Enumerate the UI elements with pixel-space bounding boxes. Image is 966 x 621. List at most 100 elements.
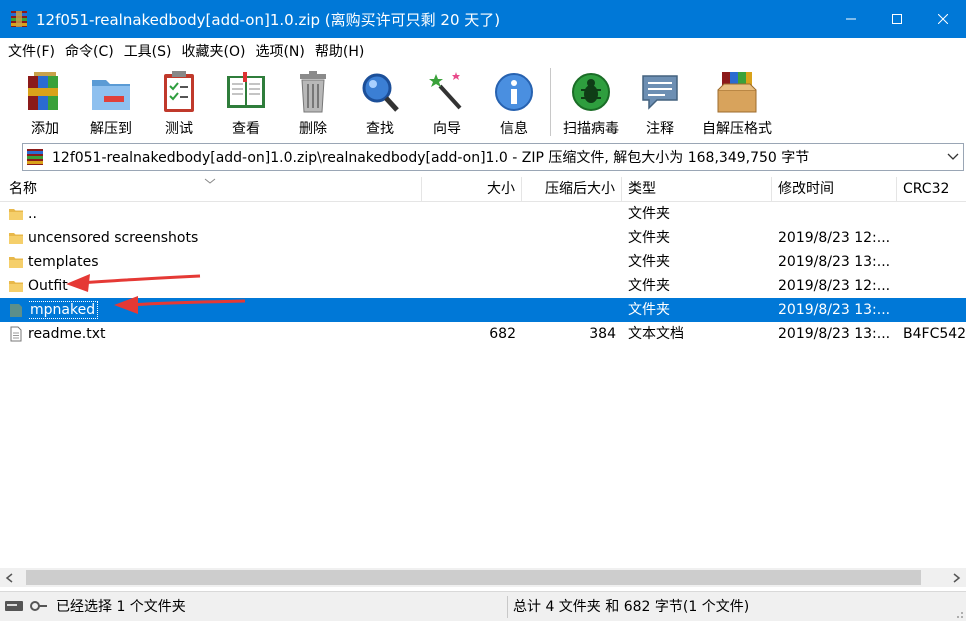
file-modified: 2019/8/23 13:... (778, 326, 891, 342)
menu-bar: 文件(F) 命令(C) 工具(S) 收藏夹(O) 选项(N) 帮助(H) (0, 38, 966, 64)
file-crc: B4FC542 (903, 326, 966, 342)
selection-status: 已经选择 1 个文件夹 (56, 599, 186, 615)
file-size (422, 202, 516, 226)
comment-icon (642, 75, 678, 110)
file-row[interactable]: Outfit 文件夹 2019/8/23 12:... (0, 274, 966, 298)
file-name: templates (28, 254, 99, 270)
find-label: 查找 (366, 121, 394, 137)
scroll-left-icon[interactable] (4, 572, 16, 584)
minimize-icon (846, 18, 856, 20)
wizard-button[interactable]: 向导 (414, 68, 480, 138)
folder-icon (9, 257, 23, 268)
file-row[interactable]: templates 文件夹 2019/8/23 13:... (0, 250, 966, 274)
sfx-label: 自解压格式 (702, 121, 772, 137)
file-row[interactable]: uncensored screenshots 文件夹 2019/8/23 12:..… (0, 226, 966, 250)
horizontal-scrollbar[interactable] (0, 568, 966, 587)
test-clipboard-icon (164, 71, 194, 112)
test-label: 测试 (165, 121, 193, 137)
file-packed-size (522, 298, 616, 322)
maximize-button[interactable] (874, 0, 920, 38)
test-button[interactable]: 测试 (146, 68, 212, 138)
view-button[interactable]: 查看 (213, 68, 279, 138)
total-status: 总计 4 文件夹 和 682 字节(1 个文件) (513, 599, 750, 615)
wizard-label: 向导 (433, 121, 461, 137)
file-type: 文件夹 (628, 254, 670, 270)
text-file-icon (10, 326, 22, 342)
scroll-right-icon[interactable] (950, 572, 962, 584)
file-size (422, 226, 516, 250)
winrar-app-icon[interactable] (10, 10, 28, 28)
status-divider (507, 596, 508, 618)
menu-file[interactable]: 文件(F) (3, 41, 60, 61)
sfx-button[interactable]: 自解压格式 (702, 68, 772, 138)
extract-to-label: 解压到 (90, 121, 132, 137)
file-list: .. 文件夹 uncensored screenshots 文件夹 2019/8/23 … (0, 202, 966, 568)
file-modified: 2019/8/23 13:... (778, 254, 891, 270)
info-icon (495, 73, 533, 111)
file-modified: 2019/8/23 13:... (778, 302, 891, 318)
find-button[interactable]: 查找 (347, 68, 413, 138)
menu-help[interactable]: 帮助(H) (310, 41, 369, 61)
magic-wand-icon (429, 72, 462, 110)
file-size (422, 298, 516, 322)
virus-scan-label: 扫描病毒 (563, 121, 619, 137)
column-name[interactable]: 名称 (3, 177, 422, 202)
minimize-button[interactable] (828, 0, 874, 38)
close-icon (938, 14, 948, 24)
file-type: 文件夹 (628, 278, 670, 294)
column-crc32[interactable]: CRC32 (897, 177, 966, 202)
file-name: mpnaked (28, 301, 99, 319)
column-size[interactable]: 大小 (422, 177, 522, 202)
file-size (422, 250, 516, 274)
column-modified[interactable]: 修改时间 (772, 177, 897, 202)
extract-to-button[interactable]: 解压到 (78, 68, 144, 138)
view-label: 查看 (232, 121, 260, 137)
resize-grip-icon[interactable] (952, 607, 964, 619)
folder-icon (9, 233, 23, 244)
file-row[interactable]: readme.txt 682 384 文本文档 2019/8/23 13:... B4FC… (0, 322, 966, 346)
folder-icon (9, 209, 23, 220)
column-type[interactable]: 类型 (622, 177, 772, 202)
file-packed-size (522, 202, 616, 226)
delete-button[interactable]: 删除 (280, 68, 346, 138)
file-crc (903, 226, 966, 250)
window-title: 12f051-realnakedbody[add-on]1.0.zip (离购买… (36, 10, 501, 29)
sfx-box-icon (717, 72, 757, 113)
delete-label: 删除 (299, 121, 327, 137)
toolbar-separator (550, 68, 551, 136)
file-packed-size (522, 226, 616, 250)
menu-commands[interactable]: 命令(C) (60, 41, 119, 61)
comment-button[interactable]: 注释 (627, 68, 693, 138)
file-packed-size (522, 274, 616, 298)
view-book-icon (227, 72, 265, 108)
file-modified: 2019/8/23 12:... (778, 278, 891, 294)
archive-icon (27, 149, 43, 165)
file-type: 文本文档 (628, 326, 684, 342)
file-type: 文件夹 (628, 302, 670, 318)
virus-scan-button[interactable]: 扫描病毒 (558, 68, 624, 138)
info-button[interactable]: 信息 (481, 68, 547, 138)
info-label: 信息 (500, 121, 528, 137)
column-packed-size[interactable]: 压缩后大小 (522, 177, 622, 202)
file-modified: 2019/8/23 12:... (778, 230, 891, 246)
address-bar[interactable]: 12f051-realnakedbody[add-on]1.0.zip\real… (22, 143, 964, 171)
trash-icon (300, 71, 326, 113)
file-row[interactable]: mpnaked 文件夹 2019/8/23 13:... (0, 298, 966, 322)
menu-tools[interactable]: 工具(S) (119, 41, 177, 61)
close-button[interactable] (920, 0, 966, 38)
file-crc (903, 298, 966, 322)
add-archive-icon (28, 72, 58, 110)
scrollbar-thumb[interactable] (26, 570, 921, 585)
drive-and-key-icon[interactable] (4, 599, 48, 613)
file-crc (903, 202, 966, 226)
file-row[interactable]: .. 文件夹 (0, 202, 966, 226)
toolbar: 添加 解压到 测试 查看 删除 查找 向导 信息 扫描病毒 注释 自解压格式 (0, 64, 966, 140)
add-button[interactable]: 添加 (12, 68, 78, 138)
chevron-down-icon[interactable] (947, 150, 959, 162)
menu-favorites[interactable]: 收藏夹(O) (177, 41, 251, 61)
file-name: uncensored screenshots (28, 230, 199, 246)
column-header: 名称 大小 压缩后大小 类型 修改时间 CRC32 (0, 177, 966, 202)
menu-options[interactable]: 选项(N) (250, 41, 309, 61)
extract-folder-icon (92, 80, 130, 110)
title-bar: 12f051-realnakedbody[add-on]1.0.zip (离购买… (0, 0, 966, 38)
